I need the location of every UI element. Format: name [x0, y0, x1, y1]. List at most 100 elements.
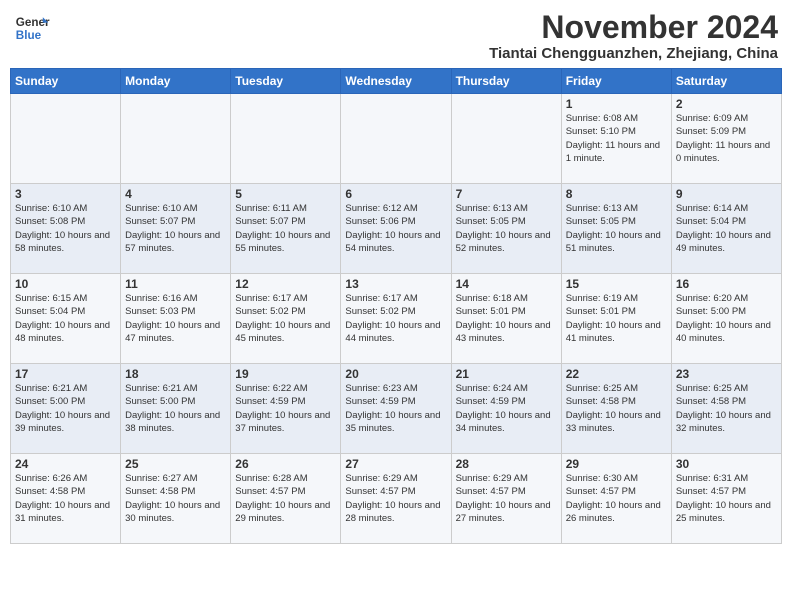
- page-header: General Blue November 2024 Tiantai Cheng…: [10, 10, 782, 62]
- day-cell-29: 29Sunrise: 6:30 AM Sunset: 4:57 PM Dayli…: [561, 454, 671, 544]
- day-number: 9: [676, 187, 777, 201]
- weekday-header-row: SundayMondayTuesdayWednesdayThursdayFrid…: [11, 69, 782, 94]
- day-number: 20: [345, 367, 446, 381]
- day-number: 16: [676, 277, 777, 291]
- day-detail: Sunrise: 6:29 AM Sunset: 4:57 PM Dayligh…: [456, 472, 557, 525]
- day-number: 22: [566, 367, 667, 381]
- calendar-table: SundayMondayTuesdayWednesdayThursdayFrid…: [10, 68, 782, 544]
- day-cell-14: 14Sunrise: 6:18 AM Sunset: 5:01 PM Dayli…: [451, 274, 561, 364]
- day-detail: Sunrise: 6:17 AM Sunset: 5:02 PM Dayligh…: [235, 292, 336, 345]
- day-cell-22: 22Sunrise: 6:25 AM Sunset: 4:58 PM Dayli…: [561, 364, 671, 454]
- day-number: 13: [345, 277, 446, 291]
- day-number: 1: [566, 97, 667, 111]
- day-detail: Sunrise: 6:13 AM Sunset: 5:05 PM Dayligh…: [566, 202, 667, 255]
- day-cell-20: 20Sunrise: 6:23 AM Sunset: 4:59 PM Dayli…: [341, 364, 451, 454]
- day-number: 27: [345, 457, 446, 471]
- day-number: 26: [235, 457, 336, 471]
- svg-text:General: General: [16, 16, 50, 29]
- day-detail: Sunrise: 6:18 AM Sunset: 5:01 PM Dayligh…: [456, 292, 557, 345]
- day-number: 3: [15, 187, 116, 201]
- day-number: 10: [15, 277, 116, 291]
- day-detail: Sunrise: 6:19 AM Sunset: 5:01 PM Dayligh…: [566, 292, 667, 345]
- day-number: 5: [235, 187, 336, 201]
- day-cell-19: 19Sunrise: 6:22 AM Sunset: 4:59 PM Dayli…: [231, 364, 341, 454]
- week-row-3: 10Sunrise: 6:15 AM Sunset: 5:04 PM Dayli…: [11, 274, 782, 364]
- svg-text:Blue: Blue: [16, 29, 42, 42]
- day-number: 6: [345, 187, 446, 201]
- day-cell-8: 8Sunrise: 6:13 AM Sunset: 5:05 PM Daylig…: [561, 184, 671, 274]
- day-cell-12: 12Sunrise: 6:17 AM Sunset: 5:02 PM Dayli…: [231, 274, 341, 364]
- day-detail: Sunrise: 6:25 AM Sunset: 4:58 PM Dayligh…: [566, 382, 667, 435]
- day-cell-18: 18Sunrise: 6:21 AM Sunset: 5:00 PM Dayli…: [121, 364, 231, 454]
- day-detail: Sunrise: 6:12 AM Sunset: 5:06 PM Dayligh…: [345, 202, 446, 255]
- day-detail: Sunrise: 6:10 AM Sunset: 5:08 PM Dayligh…: [15, 202, 116, 255]
- day-cell-2: 2Sunrise: 6:09 AM Sunset: 5:09 PM Daylig…: [671, 94, 781, 184]
- day-detail: Sunrise: 6:14 AM Sunset: 5:04 PM Dayligh…: [676, 202, 777, 255]
- day-cell-9: 9Sunrise: 6:14 AM Sunset: 5:04 PM Daylig…: [671, 184, 781, 274]
- weekday-header-saturday: Saturday: [671, 69, 781, 94]
- day-detail: Sunrise: 6:22 AM Sunset: 4:59 PM Dayligh…: [235, 382, 336, 435]
- day-detail: Sunrise: 6:29 AM Sunset: 4:57 PM Dayligh…: [345, 472, 446, 525]
- day-number: 11: [125, 277, 226, 291]
- weekday-header-wednesday: Wednesday: [341, 69, 451, 94]
- week-row-4: 17Sunrise: 6:21 AM Sunset: 5:00 PM Dayli…: [11, 364, 782, 454]
- month-title: November 2024: [489, 10, 778, 45]
- day-cell-28: 28Sunrise: 6:29 AM Sunset: 4:57 PM Dayli…: [451, 454, 561, 544]
- day-number: 19: [235, 367, 336, 381]
- day-cell-26: 26Sunrise: 6:28 AM Sunset: 4:57 PM Dayli…: [231, 454, 341, 544]
- day-number: 7: [456, 187, 557, 201]
- day-number: 2: [676, 97, 777, 111]
- day-number: 23: [676, 367, 777, 381]
- day-cell-11: 11Sunrise: 6:16 AM Sunset: 5:03 PM Dayli…: [121, 274, 231, 364]
- location-title: Tiantai Chengguanzhen, Zhejiang, China: [489, 45, 778, 62]
- day-detail: Sunrise: 6:26 AM Sunset: 4:58 PM Dayligh…: [15, 472, 116, 525]
- day-cell-30: 30Sunrise: 6:31 AM Sunset: 4:57 PM Dayli…: [671, 454, 781, 544]
- day-detail: Sunrise: 6:16 AM Sunset: 5:03 PM Dayligh…: [125, 292, 226, 345]
- day-cell-21: 21Sunrise: 6:24 AM Sunset: 4:59 PM Dayli…: [451, 364, 561, 454]
- day-detail: Sunrise: 6:27 AM Sunset: 4:58 PM Dayligh…: [125, 472, 226, 525]
- day-detail: Sunrise: 6:24 AM Sunset: 4:59 PM Dayligh…: [456, 382, 557, 435]
- day-cell-17: 17Sunrise: 6:21 AM Sunset: 5:00 PM Dayli…: [11, 364, 121, 454]
- day-cell-3: 3Sunrise: 6:10 AM Sunset: 5:08 PM Daylig…: [11, 184, 121, 274]
- empty-cell: [341, 94, 451, 184]
- weekday-header-monday: Monday: [121, 69, 231, 94]
- day-number: 8: [566, 187, 667, 201]
- day-cell-7: 7Sunrise: 6:13 AM Sunset: 5:05 PM Daylig…: [451, 184, 561, 274]
- weekday-header-sunday: Sunday: [11, 69, 121, 94]
- day-cell-1: 1Sunrise: 6:08 AM Sunset: 5:10 PM Daylig…: [561, 94, 671, 184]
- day-detail: Sunrise: 6:21 AM Sunset: 5:00 PM Dayligh…: [15, 382, 116, 435]
- day-detail: Sunrise: 6:28 AM Sunset: 4:57 PM Dayligh…: [235, 472, 336, 525]
- empty-cell: [231, 94, 341, 184]
- day-number: 28: [456, 457, 557, 471]
- day-number: 18: [125, 367, 226, 381]
- day-cell-6: 6Sunrise: 6:12 AM Sunset: 5:06 PM Daylig…: [341, 184, 451, 274]
- day-cell-24: 24Sunrise: 6:26 AM Sunset: 4:58 PM Dayli…: [11, 454, 121, 544]
- weekday-header-thursday: Thursday: [451, 69, 561, 94]
- week-row-2: 3Sunrise: 6:10 AM Sunset: 5:08 PM Daylig…: [11, 184, 782, 274]
- week-row-5: 24Sunrise: 6:26 AM Sunset: 4:58 PM Dayli…: [11, 454, 782, 544]
- day-number: 15: [566, 277, 667, 291]
- day-cell-13: 13Sunrise: 6:17 AM Sunset: 5:02 PM Dayli…: [341, 274, 451, 364]
- day-cell-10: 10Sunrise: 6:15 AM Sunset: 5:04 PM Dayli…: [11, 274, 121, 364]
- logo-icon: General Blue: [14, 10, 50, 46]
- empty-cell: [11, 94, 121, 184]
- day-detail: Sunrise: 6:23 AM Sunset: 4:59 PM Dayligh…: [345, 382, 446, 435]
- day-cell-27: 27Sunrise: 6:29 AM Sunset: 4:57 PM Dayli…: [341, 454, 451, 544]
- empty-cell: [121, 94, 231, 184]
- day-detail: Sunrise: 6:30 AM Sunset: 4:57 PM Dayligh…: [566, 472, 667, 525]
- day-cell-4: 4Sunrise: 6:10 AM Sunset: 5:07 PM Daylig…: [121, 184, 231, 274]
- day-detail: Sunrise: 6:09 AM Sunset: 5:09 PM Dayligh…: [676, 112, 777, 165]
- day-cell-16: 16Sunrise: 6:20 AM Sunset: 5:00 PM Dayli…: [671, 274, 781, 364]
- logo: General Blue: [14, 10, 50, 46]
- empty-cell: [451, 94, 561, 184]
- day-detail: Sunrise: 6:15 AM Sunset: 5:04 PM Dayligh…: [15, 292, 116, 345]
- day-detail: Sunrise: 6:11 AM Sunset: 5:07 PM Dayligh…: [235, 202, 336, 255]
- day-detail: Sunrise: 6:25 AM Sunset: 4:58 PM Dayligh…: [676, 382, 777, 435]
- day-detail: Sunrise: 6:21 AM Sunset: 5:00 PM Dayligh…: [125, 382, 226, 435]
- day-detail: Sunrise: 6:08 AM Sunset: 5:10 PM Dayligh…: [566, 112, 667, 165]
- day-number: 21: [456, 367, 557, 381]
- day-number: 25: [125, 457, 226, 471]
- day-detail: Sunrise: 6:31 AM Sunset: 4:57 PM Dayligh…: [676, 472, 777, 525]
- day-number: 4: [125, 187, 226, 201]
- day-number: 12: [235, 277, 336, 291]
